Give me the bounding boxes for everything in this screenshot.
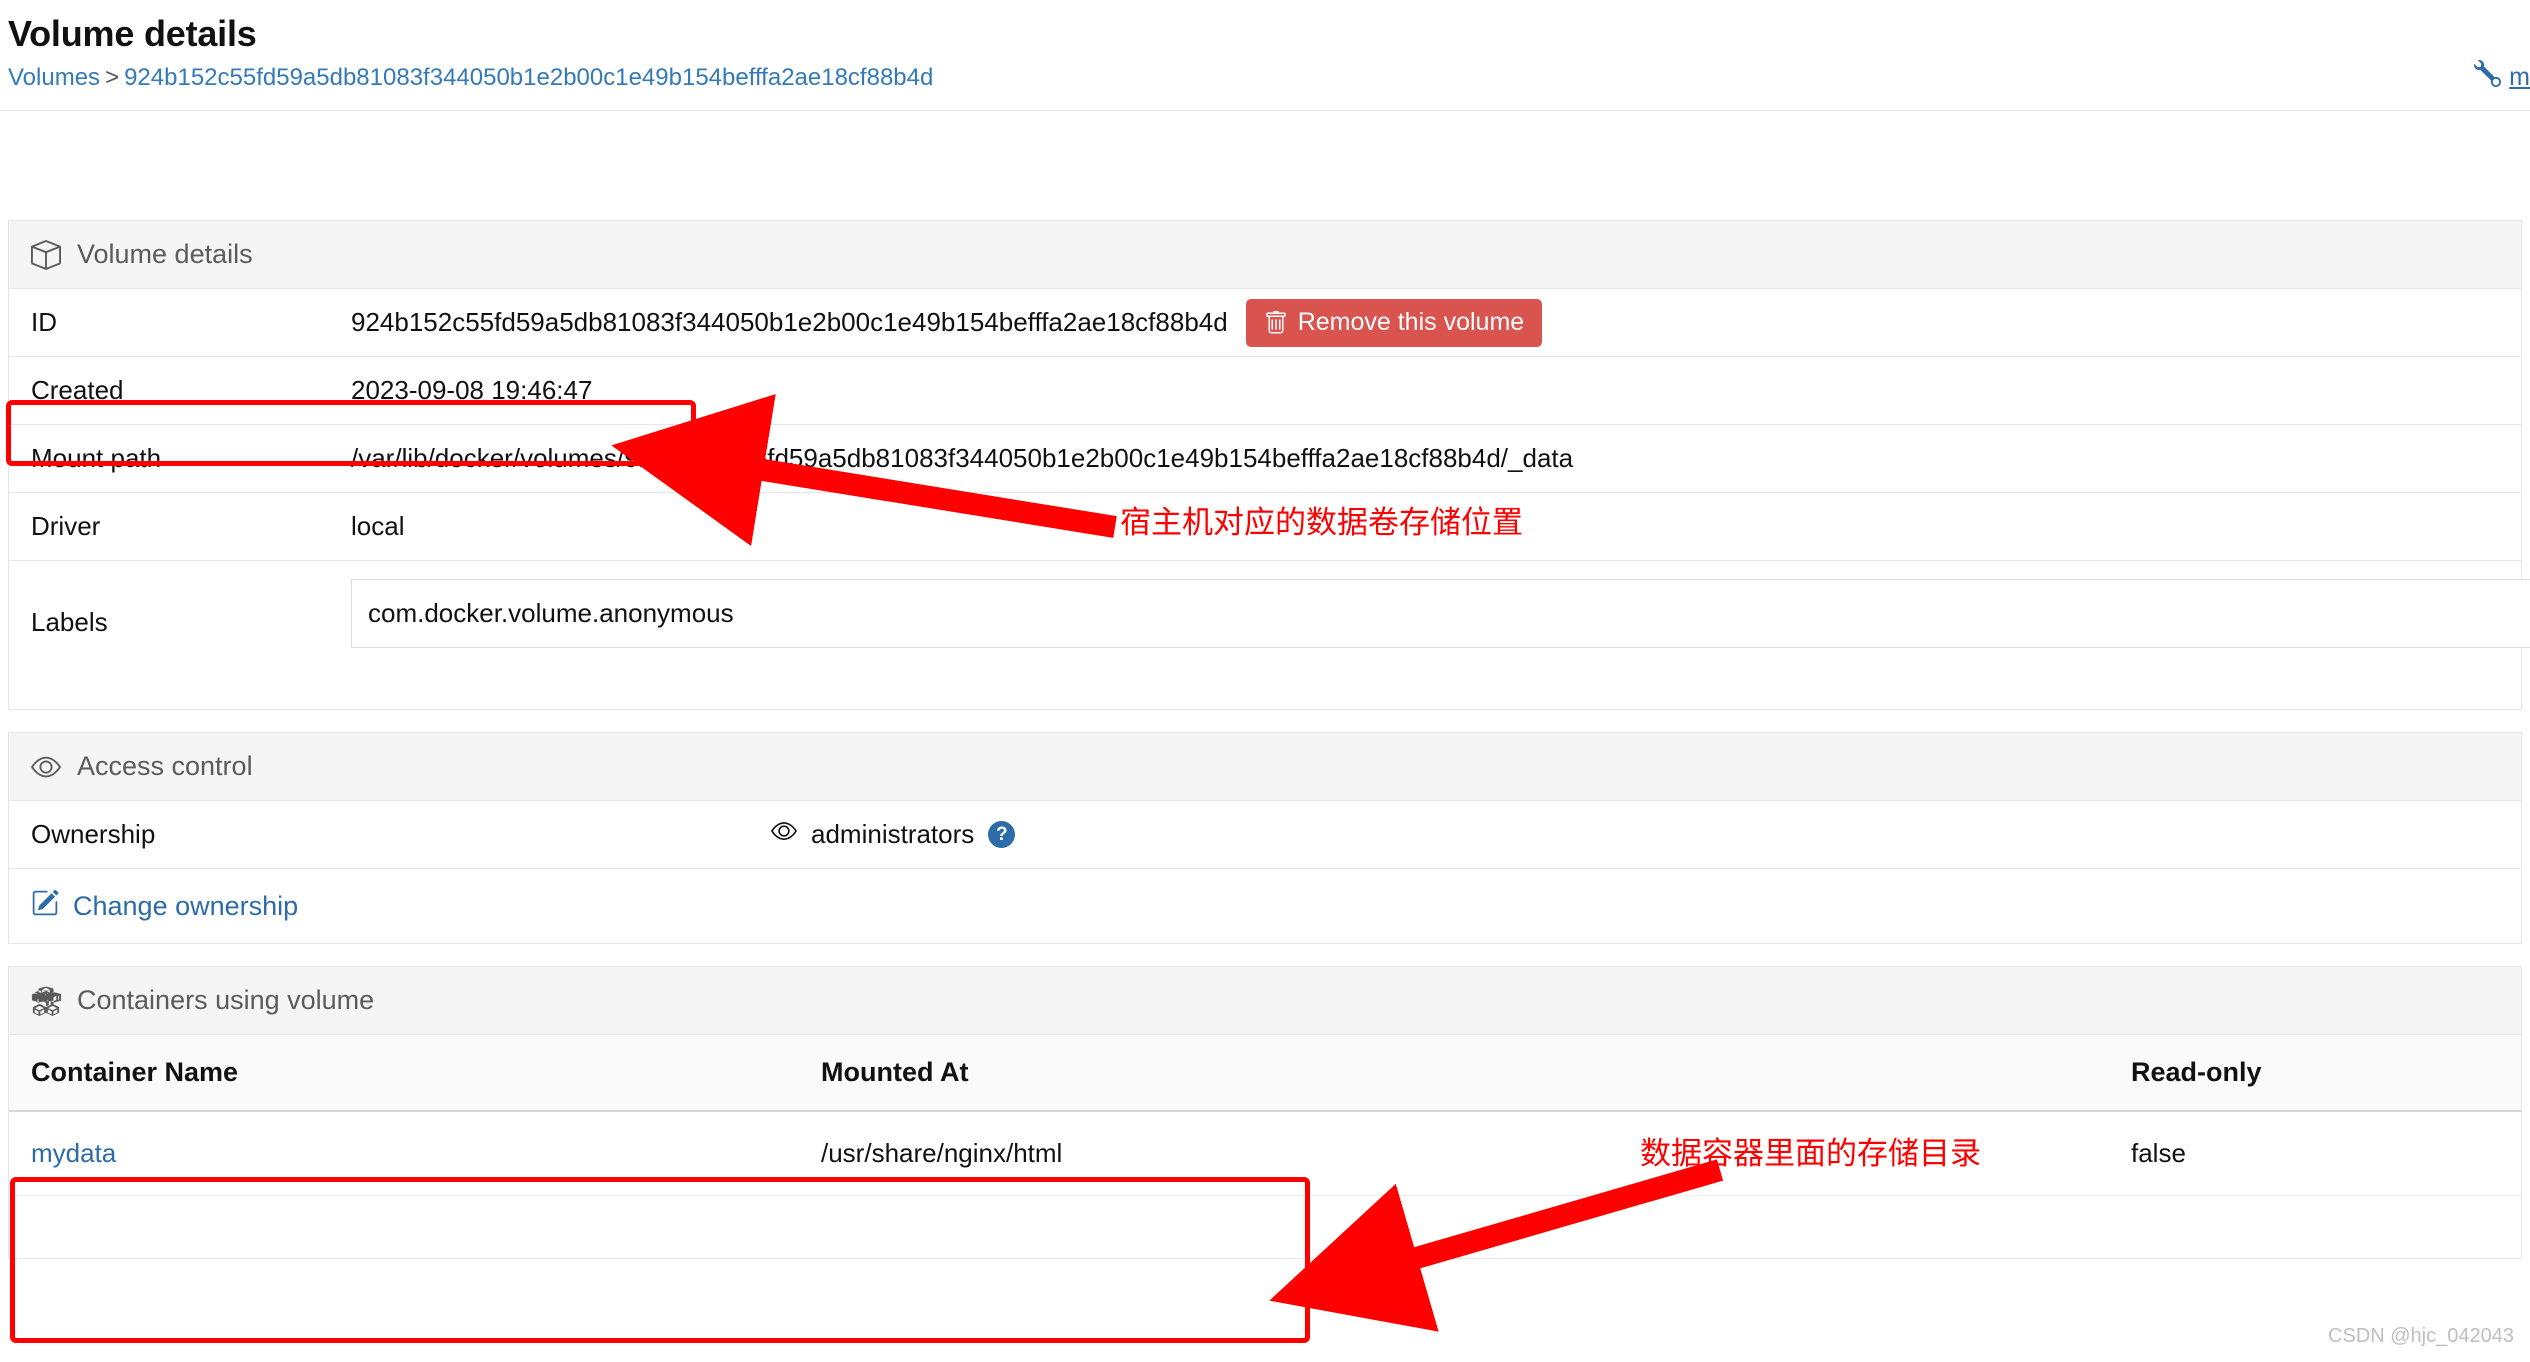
header-right-link[interactable]: m (2474, 59, 2530, 94)
panel-header-access-control: Access control (9, 733, 2521, 802)
row-created: Created 2023-09-08 19:46:47 (9, 357, 2521, 426)
cube-icon (31, 240, 61, 270)
header-right-label: m (2509, 62, 2530, 91)
panel-header-containers: Containers using volume (9, 967, 2521, 1036)
row-label-driver: Driver (31, 511, 101, 542)
row-mount-path: Mount path /var/lib/docker/volumes/924b1… (9, 425, 2521, 494)
watermark: CSDN @hjc_042043 (2328, 1325, 2514, 1347)
row-value-driver: local (351, 511, 405, 542)
change-ownership-label: Change ownership (73, 890, 299, 921)
row-id: ID 924b152c55fd59a5db81083f344050b1e2b00… (9, 289, 2521, 358)
change-ownership-link[interactable]: Change ownership (31, 889, 298, 924)
ownership-value-group: administrators ? (771, 818, 1016, 851)
eye-icon (771, 818, 797, 851)
panel-containers-using-volume: Containers using volume Container Name M… (8, 966, 2522, 1260)
containers-table: Container Name Mounted At Read-only myda… (9, 1035, 2521, 1197)
cell-container-name: mydata (9, 1111, 799, 1197)
trash-icon (1264, 310, 1288, 335)
cell-mounted-at: /usr/share/nginx/html (799, 1111, 2109, 1197)
table-header-row: Container Name Mounted At Read-only (9, 1035, 2521, 1113)
row-value-mount-path: /var/lib/docker/volumes/924b152c55fd59a5… (351, 443, 1574, 474)
breadcrumb-separator: > (105, 63, 120, 91)
edit-square-icon (31, 889, 59, 924)
container-link-mydata[interactable]: mydata (31, 1138, 116, 1168)
labels-value-box: com.docker.volume.anonymous (351, 579, 2530, 649)
breadcrumb: Volumes >924b152c55fd59a5db81083f344050b1… (8, 64, 2530, 93)
row-labels: Labels com.docker.volume.anonymous (9, 561, 2530, 709)
breadcrumb-link-current[interactable]: 924b152c55fd59a5db81083f344050b1e2b00c1e… (124, 64, 933, 91)
table-row: mydata /usr/share/nginx/html false (9, 1111, 2521, 1197)
row-driver: Driver local (9, 493, 2521, 562)
panel-access-control: Access control Ownership administrators … (8, 732, 2522, 945)
column-header-container-name[interactable]: Container Name (9, 1035, 799, 1113)
wrench-icon (2474, 59, 2502, 94)
boxes-icon (31, 986, 61, 1016)
column-header-mounted-at[interactable]: Mounted At (799, 1035, 2109, 1113)
panel-volume-details: Volume details ID 924b152c55fd59a5db8108… (8, 220, 2530, 711)
row-label-ownership: Ownership (31, 819, 156, 850)
panel-header-volume-details: Volume details (9, 221, 2521, 290)
row-label-labels: Labels (31, 607, 108, 638)
panel-title-containers: Containers using volume (77, 985, 375, 1016)
header-divider (0, 110, 2530, 111)
row-value-id: 924b152c55fd59a5db81083f344050b1e2b00c1e… (351, 307, 1228, 338)
row-label-id: ID (31, 307, 57, 338)
row-label-mount-path: Mount path (31, 443, 162, 474)
remove-this-volume-label: Remove this volume (1297, 308, 1525, 337)
row-ownership: Ownership administrators ? (9, 801, 2521, 870)
page-title: Volume details (8, 13, 257, 54)
breadcrumb-link-volumes[interactable]: Volumes (8, 64, 100, 91)
cell-read-only: false (2109, 1111, 2521, 1197)
ownership-value-label: administrators (811, 819, 975, 850)
column-header-read-only[interactable]: Read-only (2109, 1035, 2521, 1113)
row-change-ownership: Change ownership (9, 869, 2521, 943)
panel-title-access-control: Access control (77, 751, 253, 782)
eye-icon (31, 752, 61, 782)
row-label-created: Created (31, 375, 124, 406)
page-root: Volume details Volumes >924b152c55fd59a5d… (0, 0, 2530, 1362)
remove-this-volume-button[interactable]: Remove this volume (1245, 299, 1543, 347)
page-header: Volume details Volumes >924b152c55fd59a5d… (0, 0, 2530, 92)
panel-title-volume-details: Volume details (77, 239, 253, 270)
question-circle-icon[interactable]: ? (988, 821, 1016, 849)
table-footer-space (9, 1196, 2521, 1259)
row-value-created: 2023-09-08 19:46:47 (351, 375, 593, 406)
